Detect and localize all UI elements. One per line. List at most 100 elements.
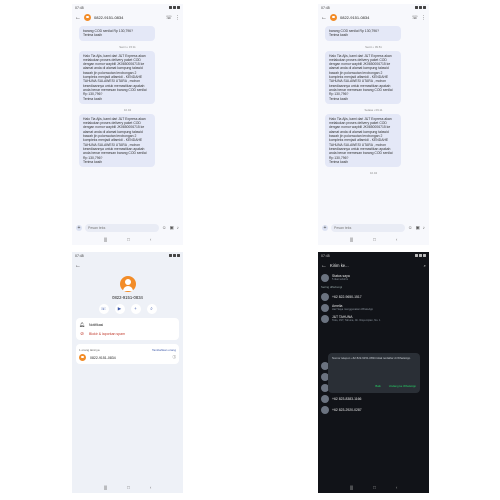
gallery-icon[interactable]: ▣ bbox=[415, 225, 419, 231]
recents-icon[interactable]: ||| bbox=[104, 237, 108, 242]
contact-title[interactable]: 0822-9151-0834 bbox=[340, 15, 409, 20]
block-report-label: Blokir & laporkan spam bbox=[89, 331, 125, 336]
back-icon[interactable]: ‹ bbox=[150, 237, 152, 242]
recents-icon[interactable]: ||| bbox=[104, 485, 108, 490]
voice-icon[interactable]: ♪ bbox=[423, 225, 425, 230]
app-bar: ← 0822-9151-0834 ☏ ⋮ bbox=[318, 11, 429, 24]
sms-thread-screen-1: 07:45 ← 0822-9151-0834 ☏ ⋮ barang COD se… bbox=[72, 4, 183, 245]
video-call-icon[interactable]: ▶ bbox=[114, 304, 125, 314]
message-bubble[interactable]: Halo Tia Ajis, kami dari J&T Express aka… bbox=[79, 50, 155, 104]
ok-button[interactable]: Baik bbox=[375, 384, 380, 388]
settings-card: 🔔︎ Notifikasi ⊘ Blokir & laporkan spam bbox=[76, 318, 179, 340]
info-icon[interactable]: ⓘ bbox=[173, 355, 177, 360]
list-item[interactable]: +62 822-9650-1517 bbox=[318, 291, 429, 302]
contact-avatar bbox=[119, 276, 136, 292]
message-bubble[interactable]: Halo Tia Ajis, kami dari J&T Express aka… bbox=[325, 50, 401, 104]
status-time: 07:45 bbox=[321, 5, 330, 10]
message-bubble[interactable]: Halo Tia Ajis, kami dari J&T Express aka… bbox=[325, 113, 401, 168]
status-time: 07:45 bbox=[321, 253, 330, 258]
back-arrow-icon[interactable]: ← bbox=[321, 263, 327, 269]
list-item[interactable]: +62 823-8383-1166 bbox=[318, 393, 429, 404]
recents-icon[interactable]: ||| bbox=[350, 237, 354, 242]
back-arrow-icon[interactable]: ← bbox=[321, 15, 327, 21]
contact-sub: Toko, JNT, Tahuna, Jln. Raya Apian, No. … bbox=[332, 319, 381, 322]
system-nav-bar: ||| □ ‹ bbox=[72, 483, 183, 491]
avatar bbox=[321, 292, 329, 301]
avatar bbox=[321, 273, 329, 282]
recents-icon[interactable]: ||| bbox=[350, 485, 354, 490]
message-thread: barang COD senilai Rp 130,796? Terima ka… bbox=[318, 24, 429, 221]
timestamp: 10.04 bbox=[124, 107, 131, 112]
sms-thread-screen-2: 07:45 ← 0822-9151-0834 ☏ ⋮ barang COD se… bbox=[318, 4, 429, 245]
add-contact-icon[interactable]: + bbox=[130, 304, 141, 314]
voice-icon[interactable]: ♪ bbox=[177, 225, 179, 230]
person-row[interactable]: 0822-9151-0834 ⓘ bbox=[79, 353, 176, 362]
bell-icon: 🔔︎ bbox=[79, 321, 85, 327]
not-registered-dialog: Nomor telepon +62 822-9151-0834 tidak te… bbox=[328, 353, 420, 393]
contact-name: +62 822-9650-1517 bbox=[332, 294, 362, 299]
avatar bbox=[330, 14, 337, 21]
app-bar: ← Kirim ke... ⌕ bbox=[318, 259, 429, 272]
phone-icon[interactable]: ☏ bbox=[166, 15, 172, 21]
search-icon[interactable]: ⌕ bbox=[424, 263, 426, 268]
status-row[interactable]: Status saya 5 tiket terkirim bbox=[318, 272, 429, 283]
more-options-icon[interactable]: ⋮ bbox=[421, 15, 426, 21]
people-header: 1 orang lainnya Tambahkan orang bbox=[79, 346, 176, 353]
avatar bbox=[321, 394, 329, 403]
home-icon[interactable]: □ bbox=[127, 237, 130, 242]
home-icon[interactable]: □ bbox=[373, 485, 376, 490]
back-arrow-icon[interactable]: ← bbox=[75, 263, 81, 269]
emoji-icon[interactable]: ☺ bbox=[162, 225, 167, 230]
app-bar: ← bbox=[72, 259, 183, 272]
emoji-icon[interactable]: ☺ bbox=[408, 225, 413, 230]
system-nav-bar: ||| □ ‹ bbox=[72, 235, 183, 243]
message-input[interactable]: Pesan teks bbox=[85, 223, 159, 232]
avatar bbox=[321, 405, 329, 414]
add-attachment-icon[interactable]: + bbox=[322, 224, 328, 231]
search-icon[interactable]: ⌕ bbox=[146, 304, 157, 314]
contact-number: 0822-9151-0834 bbox=[112, 295, 143, 300]
back-icon[interactable]: ‹ bbox=[396, 237, 398, 242]
avatar bbox=[321, 314, 329, 323]
list-item[interactable]: Amelia Hai! Saya menggunakan WhatsApp bbox=[318, 302, 429, 313]
contact-title[interactable]: 0822-9151-0834 bbox=[94, 15, 163, 20]
notifications-row[interactable]: 🔔︎ Notifikasi bbox=[79, 320, 176, 329]
message-thread: barang COD senilai Rp 130,796? Terima ka… bbox=[72, 24, 183, 221]
notifications-label: Notifikasi bbox=[89, 322, 104, 327]
add-attachment-icon[interactable]: + bbox=[76, 224, 82, 231]
back-icon[interactable]: ‹ bbox=[150, 485, 152, 490]
invite-button[interactable]: Undang ke WhatsApp bbox=[389, 384, 416, 388]
message-bubble[interactable]: barang COD senilai Rp 130,796? Terima ka… bbox=[79, 26, 155, 41]
call-icon[interactable]: ☏ bbox=[98, 304, 109, 314]
list-item[interactable]: J&T TAHUNA Toko, JNT, Tahuna, Jln. Raya A… bbox=[318, 313, 429, 324]
timestamp: Selasa • 09.11 bbox=[364, 107, 383, 112]
page-title: Kirim ke... bbox=[330, 263, 349, 268]
people-count: 1 orang lainnya bbox=[79, 347, 100, 352]
more-options-icon[interactable]: ⋮ bbox=[175, 15, 180, 21]
status-icons bbox=[169, 6, 180, 9]
status-icons bbox=[415, 254, 426, 257]
home-icon[interactable]: □ bbox=[127, 485, 130, 490]
status-bar: 07:45 bbox=[318, 4, 429, 11]
composer: + Pesan teks ☺ ▣ ♪ bbox=[318, 222, 429, 233]
contact-details-screen: 07:45 ← 0822-9151-0834 ☏ ▶ + ⌕ 🔔︎ Notifi… bbox=[72, 252, 183, 493]
add-people-button[interactable]: Tambahkan orang bbox=[152, 348, 176, 352]
system-nav-bar: ||| □ ‹ bbox=[318, 483, 429, 491]
status-bar: 07:45 bbox=[72, 4, 183, 11]
message-bubble[interactable]: barang COD senilai Rp 130,796? Terima ka… bbox=[325, 26, 401, 41]
home-icon[interactable]: □ bbox=[373, 237, 376, 242]
message-input[interactable]: Pesan teks bbox=[331, 223, 405, 232]
phone-icon[interactable]: ☏ bbox=[412, 15, 418, 21]
contact-actions: ☏ ▶ + ⌕ bbox=[72, 304, 183, 314]
gallery-icon[interactable]: ▣ bbox=[169, 225, 173, 231]
back-arrow-icon[interactable]: ← bbox=[75, 15, 81, 21]
status-icons bbox=[169, 254, 180, 257]
section-header: Sering dihubungi bbox=[321, 285, 342, 289]
back-icon[interactable]: ‹ bbox=[396, 485, 398, 490]
whatsapp-send-screen: 07:45 ← Kirim ke... ⌕ Status saya 5 tike… bbox=[318, 252, 429, 493]
message-bubble[interactable]: Halo Tia Ajis, kami dari J&T Express aka… bbox=[79, 113, 155, 168]
list-item[interactable]: +62 823-2920-0287 bbox=[318, 404, 429, 415]
people-card: 1 orang lainnya Tambahkan orang 0822-915… bbox=[76, 344, 179, 364]
person-number: 0822-9151-0834 bbox=[90, 355, 116, 360]
block-report-row[interactable]: ⊘ Blokir & laporkan spam bbox=[79, 329, 176, 338]
